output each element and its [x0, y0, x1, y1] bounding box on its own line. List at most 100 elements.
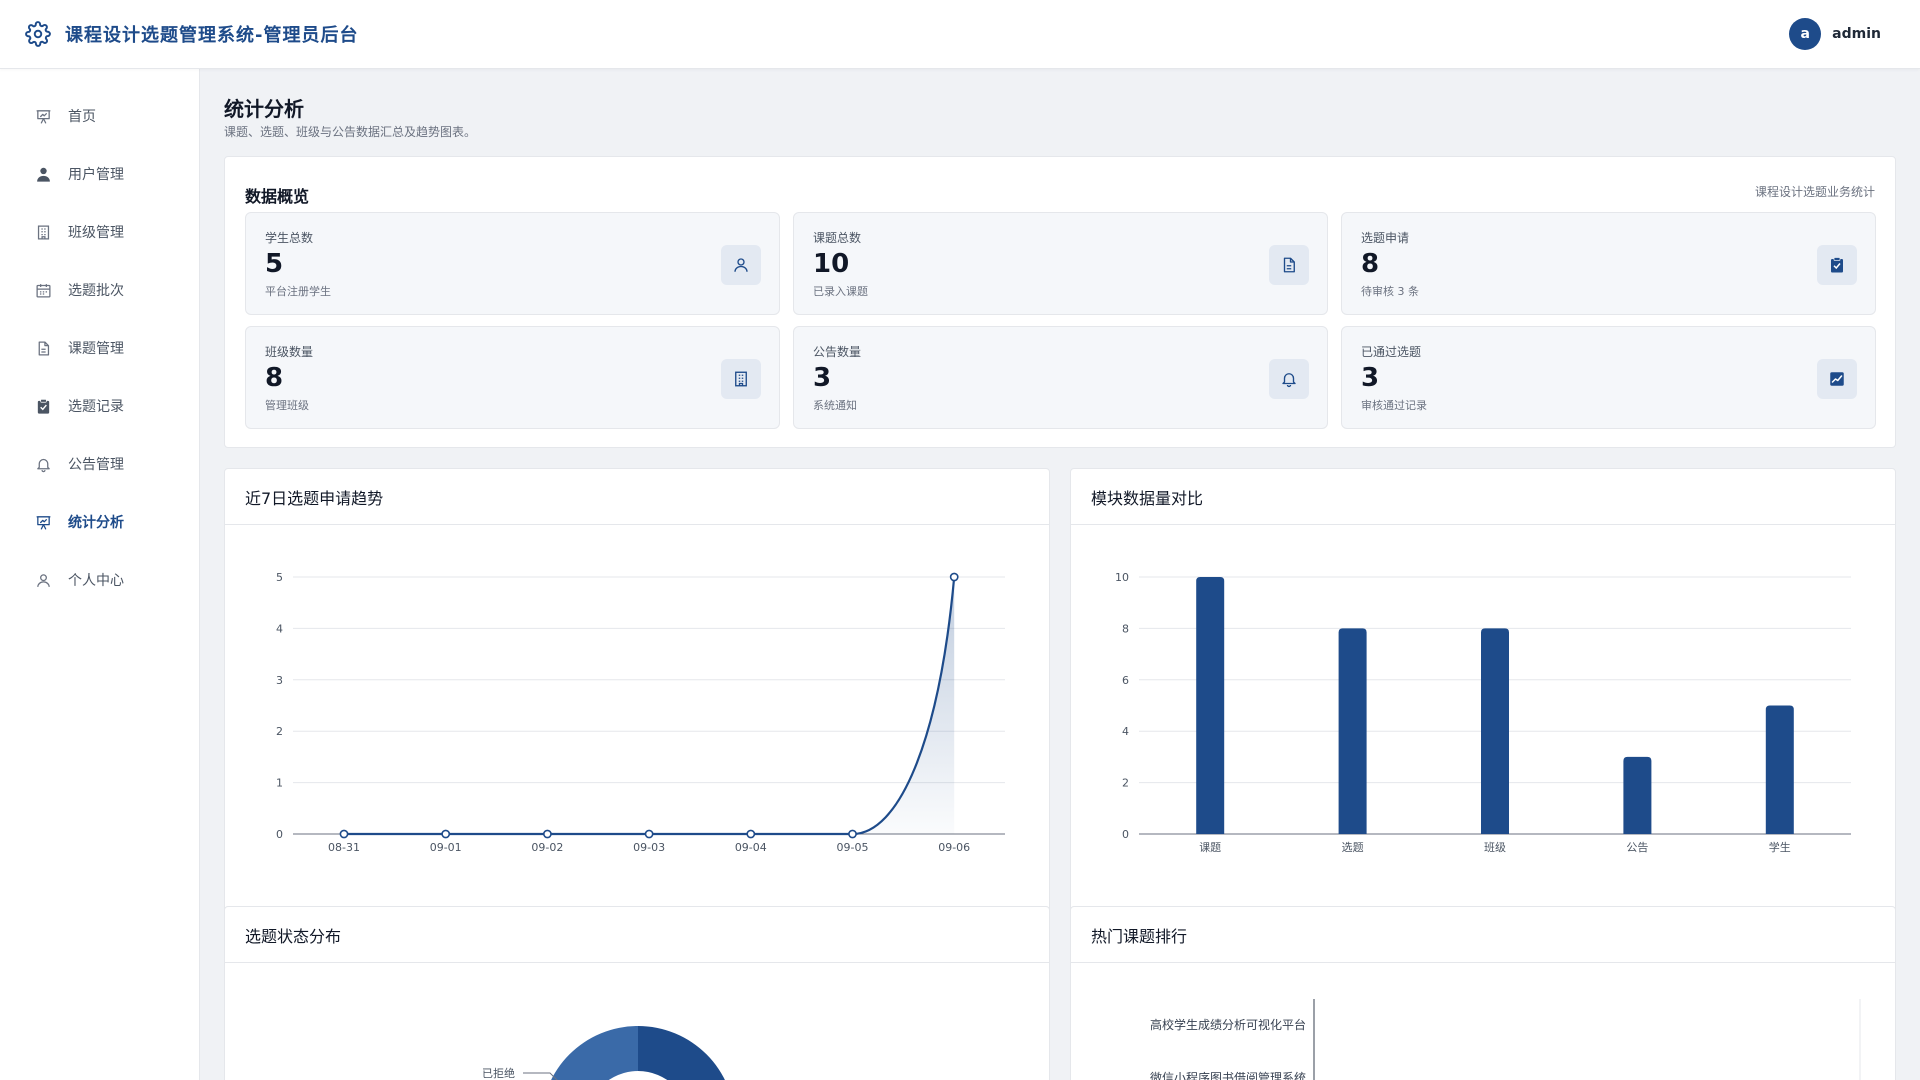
gear-icon[interactable]	[25, 21, 51, 47]
stat-label: 班级数量	[265, 345, 314, 359]
stat-value: 10	[813, 249, 850, 279]
module-chart: 0 2 4 6 8 10 课题 选题 班级 公告 学生	[1115, 571, 1851, 854]
overview-panel: 数据概览 课程设计选题业务统计 学生总数 5 平台注册学生 课题总数 10 已录…	[224, 156, 1896, 448]
y-tick-label: 6	[1122, 674, 1129, 687]
rank-category-label: 微信小程序图书借阅管理系统	[1150, 1070, 1306, 1080]
sidebar-item-label: 个人中心	[68, 573, 124, 589]
ranking-chart: 高校学生成绩分析可视化平台微信小程序图书借阅管理系统	[1150, 999, 1861, 1080]
stat-label: 选题申请	[1361, 231, 1410, 245]
y-tick-label: 5	[276, 571, 283, 584]
sidebar: 首页 用户管理 班级管理 选题批次 课题管理 选题记录 公告管理 统计分析 个人…	[0, 69, 200, 1080]
stat-card-topics: 课题总数 10 已录入课题	[793, 212, 1328, 315]
sidebar-item-label: 班级管理	[68, 225, 124, 241]
x-tick-label: 课题	[1199, 841, 1221, 854]
sidebar-item-label: 用户管理	[68, 167, 124, 183]
document-icon	[34, 339, 52, 357]
y-tick-label: 1	[276, 777, 283, 790]
x-tick-label: 09-06	[938, 841, 970, 854]
x-tick-label: 09-05	[837, 841, 869, 854]
y-tick-label: 0	[276, 828, 283, 841]
x-tick-label: 09-01	[430, 841, 462, 854]
user-menu[interactable]: a admin	[1789, 18, 1895, 50]
x-tick-label: 09-02	[531, 841, 563, 854]
clipboard-check-icon	[1817, 245, 1857, 285]
y-tick-label: 3	[276, 674, 283, 687]
stat-value: 5	[265, 249, 284, 279]
bell-icon	[34, 455, 52, 473]
chart-presentation-icon	[34, 513, 52, 531]
sidebar-item-users[interactable]: 用户管理	[0, 145, 199, 203]
sidebar-item-topics[interactable]: 课题管理	[0, 319, 199, 377]
stat-card-students: 学生总数 5 平台注册学生	[245, 212, 780, 315]
bar	[1765, 705, 1794, 834]
user-icon	[721, 245, 761, 285]
pie-slice	[551, 1026, 638, 1080]
y-tick-label: 0	[1122, 828, 1129, 841]
module-chart-card: 模块数据量对比 0 2 4 6 8 10 课题 选题 班级 公告 学生	[1070, 468, 1896, 954]
username[interactable]: admin	[1832, 26, 1881, 42]
clipboard-check-icon	[34, 397, 52, 415]
sidebar-item-profile[interactable]: 个人中心	[0, 551, 199, 609]
overview-note: 课程设计选题业务统计	[1754, 185, 1875, 199]
page-subtitle: 课题、选题、班级与公告数据汇总及趋势图表。	[224, 125, 477, 139]
stat-label: 已通过选题	[1361, 345, 1422, 359]
y-tick-label: 2	[1122, 777, 1129, 790]
bar	[1338, 628, 1367, 834]
sidebar-item-home[interactable]: 首页	[0, 87, 199, 145]
x-tick-label: 08-31	[328, 841, 360, 854]
bar	[1481, 628, 1509, 834]
chart-up-icon	[1817, 359, 1857, 399]
stat-desc: 待审核 3 条	[1361, 285, 1419, 298]
trend-point	[949, 572, 959, 582]
stat-card-notices: 公告数量 3 系统通知	[793, 326, 1328, 429]
top-header: 课程设计选题管理系统-管理员后台 a admin	[0, 0, 1920, 69]
stat-value: 8	[265, 363, 284, 393]
sidebar-item-batches[interactable]: 选题批次	[0, 261, 199, 319]
x-tick-label: 公告	[1626, 841, 1648, 854]
stat-desc: 系统通知	[813, 399, 857, 412]
ranking-chart-card: 热门课题排行 高校学生成绩分析可视化平台 微信小程序图书借阅管理系统	[1070, 906, 1896, 1080]
sidebar-item-label: 统计分析	[68, 515, 124, 531]
module-chart-title: 模块数据量对比	[1071, 469, 1895, 525]
sidebar-item-label: 选题记录	[68, 399, 124, 415]
calendar-icon	[34, 281, 52, 299]
x-tick-label: 09-04	[735, 841, 767, 854]
status-chart-title: 选题状态分布	[225, 907, 1049, 963]
stat-value: 3	[813, 363, 832, 393]
sidebar-item-notices[interactable]: 公告管理	[0, 435, 199, 493]
trend-point	[441, 829, 451, 839]
presentation-icon	[34, 107, 52, 125]
page-title: 统计分析	[224, 97, 304, 121]
trend-point	[339, 829, 349, 839]
trend-point	[848, 829, 857, 839]
stat-label: 学生总数	[265, 231, 314, 245]
stat-label: 公告数量	[813, 345, 862, 359]
sidebar-item-classes[interactable]: 班级管理	[0, 203, 199, 261]
stat-desc: 已录入课题	[813, 285, 868, 298]
rank-category-label: 高校学生成绩分析可视化平台	[1150, 1017, 1306, 1032]
pie-label: 已拒绝	[482, 1066, 515, 1080]
bar	[1196, 577, 1225, 834]
status-chart-card: 选题状态分布 已拒绝	[224, 906, 1050, 1080]
overview-title: 数据概览	[245, 187, 310, 206]
trend-chart-title: 近7日选题申请趋势	[225, 469, 1049, 525]
sidebar-item-statistics[interactable]: 统计分析	[0, 493, 199, 551]
avatar[interactable]: a	[1789, 18, 1822, 50]
stat-value: 3	[1361, 363, 1380, 393]
app-title: 课程设计选题管理系统-管理员后台	[65, 25, 359, 46]
building-icon	[34, 223, 52, 241]
trend-point	[746, 829, 756, 839]
trend-point	[644, 829, 654, 839]
stat-desc: 审核通过记录	[1361, 399, 1427, 412]
stat-label: 课题总数	[813, 231, 862, 245]
building-icon	[721, 359, 761, 399]
status-chart: 已拒绝	[482, 1026, 725, 1080]
x-tick-label: 选题	[1342, 841, 1364, 854]
stat-card-applications: 选题申请 8 待审核 3 条	[1341, 212, 1876, 315]
x-tick-label: 学生	[1769, 840, 1791, 854]
y-tick-label: 8	[1122, 622, 1129, 635]
bar	[1623, 756, 1652, 834]
sidebar-item-label: 选题批次	[68, 283, 124, 299]
stat-value: 8	[1361, 249, 1380, 279]
sidebar-item-records[interactable]: 选题记录	[0, 377, 199, 435]
